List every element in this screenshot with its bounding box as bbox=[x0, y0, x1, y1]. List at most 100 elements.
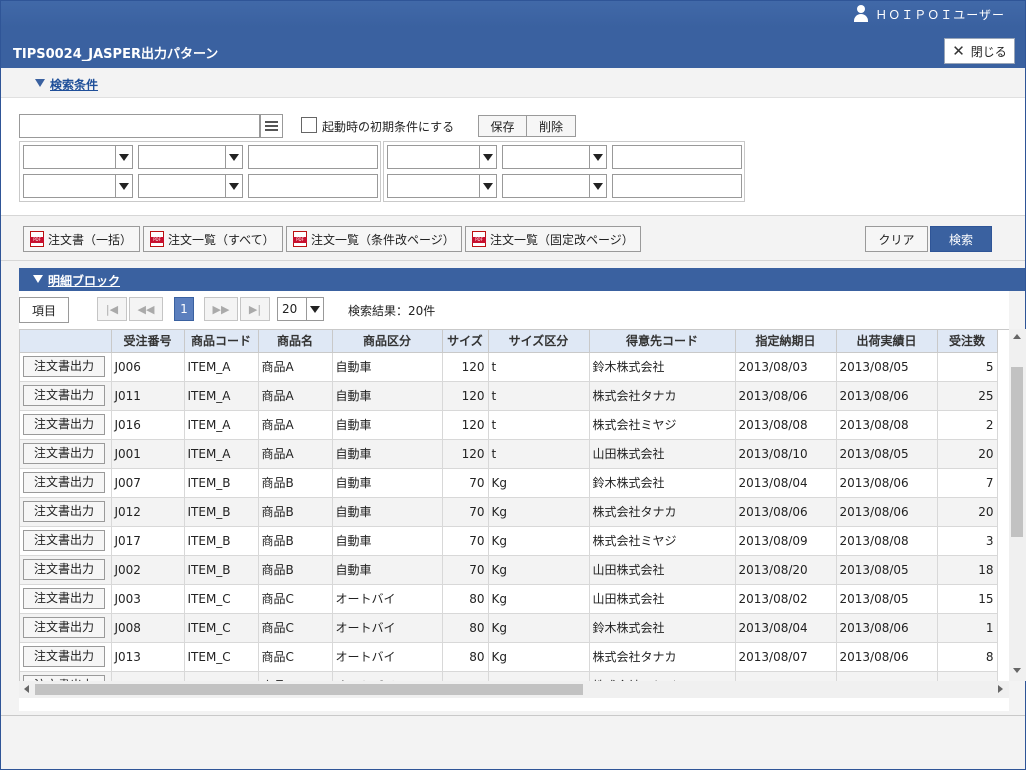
table-row[interactable]: 注文書出力 J002 ITEM_B 商品B 自動車 70 Kg 山田株式会社 2013/08/2… bbox=[20, 555, 998, 585]
condition-combo[interactable] bbox=[23, 145, 133, 169]
pdf-order-list-fixed-break-button[interactable]: 注文一覧（固定改ページ） bbox=[465, 226, 641, 252]
saved-condition-select[interactable] bbox=[19, 114, 260, 138]
condition-combo[interactable] bbox=[23, 174, 133, 198]
close-button[interactable]: ✕ 閉じる bbox=[944, 38, 1015, 64]
table-row[interactable]: 注文書出力 J016 ITEM_A 商品A 自動車 120 t 株式会社ミヤジ 2013/08/… bbox=[20, 410, 998, 440]
table-cell: 株式会社タナカ bbox=[589, 497, 736, 527]
table-cell: 山田株式会社 bbox=[589, 439, 736, 469]
column-header[interactable]: 商品名 bbox=[258, 330, 333, 353]
order-output-button[interactable]: 注文書出力 bbox=[23, 559, 105, 580]
row-action-cell: 注文書出力 bbox=[20, 555, 112, 585]
save-button[interactable]: 保存 bbox=[478, 115, 527, 137]
order-output-button[interactable]: 注文書出力 bbox=[23, 501, 105, 522]
order-output-button[interactable]: 注文書出力 bbox=[23, 617, 105, 638]
pdf-order-list-condition-break-button[interactable]: 注文一覧（条件改ページ） bbox=[286, 226, 462, 252]
chevron-down-icon bbox=[589, 146, 606, 168]
vertical-scrollbar[interactable] bbox=[1009, 329, 1026, 681]
table-row[interactable]: 注文書出力 J001 ITEM_A 商品A 自動車 120 t 山田株式会社 2013/08/1… bbox=[20, 439, 998, 469]
order-output-button[interactable]: 注文書出力 bbox=[23, 385, 105, 406]
condition-combo[interactable] bbox=[502, 174, 607, 198]
table-row[interactable]: 注文書出力 J007 ITEM_B 商品B 自動車 70 Kg 鈴木株式会社 2013/08/0… bbox=[20, 468, 998, 498]
table-cell: 2013/08/06 bbox=[836, 497, 938, 527]
table-cell: 120 bbox=[442, 352, 489, 382]
table-row[interactable]: 注文書出力 J013 ITEM_C 商品C オートバイ 80 Kg 株式会社タナカ 2013/0… bbox=[20, 642, 998, 672]
column-header[interactable]: サイズ bbox=[442, 330, 489, 353]
scroll-down-icon[interactable] bbox=[1013, 668, 1021, 673]
table-cell: 2013/08/06 bbox=[836, 381, 938, 411]
condition-value-input[interactable] bbox=[248, 145, 378, 169]
condition-combo[interactable] bbox=[387, 174, 497, 198]
current-page[interactable]: 1 bbox=[174, 297, 194, 321]
condition-combo[interactable] bbox=[138, 174, 243, 198]
order-output-button[interactable]: 注文書出力 bbox=[23, 588, 105, 609]
condition-value-input[interactable] bbox=[612, 145, 742, 169]
table-cell: J008 bbox=[111, 613, 185, 643]
column-header[interactable]: 商品コード bbox=[184, 330, 259, 353]
last-page-button[interactable]: ▶| bbox=[240, 297, 270, 321]
row-action-cell: 注文書出力 bbox=[20, 439, 112, 469]
scroll-thumb[interactable] bbox=[1011, 367, 1023, 537]
page-size-select[interactable]: 20 bbox=[277, 297, 324, 321]
condition-combo[interactable] bbox=[387, 145, 497, 169]
scroll-thumb[interactable] bbox=[35, 684, 583, 695]
table-row[interactable]: 注文書出力 J012 ITEM_B 商品B 自動車 70 Kg 株式会社タナカ 2013/08/… bbox=[20, 497, 998, 527]
column-header[interactable]: 商品区分 bbox=[332, 330, 443, 353]
column-header[interactable]: サイズ区分 bbox=[488, 330, 590, 353]
row-action-cell: 注文書出力 bbox=[20, 526, 112, 556]
table-row[interactable]: 注文書出力 J006 ITEM_A 商品A 自動車 120 t 鈴木株式会社 2013/08/0… bbox=[20, 352, 998, 382]
condition-group-left bbox=[19, 141, 381, 202]
table-cell: 7 bbox=[937, 468, 998, 498]
search-condition-area: 起動時の初期条件にする 保存 削除 bbox=[1, 98, 1025, 216]
first-page-button[interactable]: |◀ bbox=[97, 297, 127, 321]
table-cell: ITEM_C bbox=[184, 584, 259, 614]
condition-combo[interactable] bbox=[138, 145, 243, 169]
order-output-button[interactable]: 注文書出力 bbox=[23, 414, 105, 435]
scroll-left-icon[interactable] bbox=[24, 685, 29, 693]
column-header[interactable]: 受注番号 bbox=[111, 330, 185, 353]
table-cell: 2 bbox=[937, 410, 998, 440]
table-cell: 商品A bbox=[258, 381, 333, 411]
scroll-up-icon[interactable] bbox=[1013, 334, 1021, 339]
delete-button[interactable]: 削除 bbox=[526, 115, 576, 137]
list-icon[interactable] bbox=[260, 114, 283, 138]
user-menu[interactable]: ＨＯＩＰＯＩユーザー bbox=[853, 5, 1005, 23]
search-button[interactable]: 検索 bbox=[930, 226, 992, 252]
table-row[interactable]: 注文書出力 J011 ITEM_A 商品A 自動車 120 t 株式会社タナカ 2013/08/… bbox=[20, 381, 998, 411]
column-header[interactable]: 出荷実績日 bbox=[836, 330, 938, 353]
table-row[interactable]: 注文書出力J018ITEM_C商品Cオートバイ80Kg株式会社ミヤジ2013/0… bbox=[20, 671, 998, 681]
initial-condition-checkbox[interactable] bbox=[301, 117, 317, 133]
order-output-button[interactable]: 注文書出力 bbox=[23, 356, 105, 377]
clear-button[interactable]: クリア bbox=[865, 226, 928, 252]
column-header[interactable] bbox=[20, 330, 112, 353]
table-row[interactable]: 注文書出力 J008 ITEM_C 商品C オートバイ 80 Kg 鈴木株式会社 2013/08… bbox=[20, 613, 998, 643]
pdf-order-batch-button[interactable]: 注文書（一括） bbox=[23, 226, 140, 252]
scroll-right-icon[interactable] bbox=[998, 685, 1003, 693]
collapse-triangle-icon[interactable] bbox=[33, 275, 43, 283]
user-icon bbox=[853, 5, 869, 23]
search-section-toggle[interactable]: 検索条件 bbox=[50, 76, 98, 93]
table-row[interactable]: 注文書出力 J017 ITEM_B 商品B 自動車 70 Kg 株式会社ミヤジ 2013/08/… bbox=[20, 526, 998, 556]
horizontal-scrollbar[interactable] bbox=[19, 681, 1009, 698]
result-count: 検索結果：20件 bbox=[348, 304, 436, 318]
next-page-button[interactable]: ▶▶ bbox=[204, 297, 238, 321]
pdf-order-list-all-button[interactable]: 注文一覧（すべて） bbox=[143, 226, 283, 252]
table-cell: 2013/08/10 bbox=[735, 439, 837, 469]
order-output-button[interactable]: 注文書出力 bbox=[23, 443, 105, 464]
table-cell: 8 bbox=[937, 642, 998, 672]
prev-page-button[interactable]: ◀◀ bbox=[129, 297, 163, 321]
columns-button[interactable]: 項目 bbox=[19, 297, 69, 323]
column-header[interactable]: 受注数 bbox=[937, 330, 998, 353]
order-output-button[interactable]: 注文書出力 bbox=[23, 472, 105, 493]
table-cell: オートバイ bbox=[332, 613, 443, 643]
column-header[interactable]: 指定納期日 bbox=[735, 330, 837, 353]
condition-value-input[interactable] bbox=[248, 174, 378, 198]
table-row[interactable]: 注文書出力 J003 ITEM_C 商品C オートバイ 80 Kg 山田株式会社 2013/08… bbox=[20, 584, 998, 614]
condition-combo[interactable] bbox=[502, 145, 607, 169]
column-header[interactable]: 得意先コード bbox=[589, 330, 736, 353]
order-output-button[interactable]: 注文書出力 bbox=[23, 530, 105, 551]
collapse-triangle-icon[interactable] bbox=[35, 79, 45, 87]
condition-value-input[interactable] bbox=[612, 174, 742, 198]
detail-section-toggle[interactable]: 明細ブロック bbox=[48, 272, 120, 289]
order-output-button[interactable]: 注文書出力 bbox=[23, 646, 105, 667]
table-cell: 山田株式会社 bbox=[589, 555, 736, 585]
